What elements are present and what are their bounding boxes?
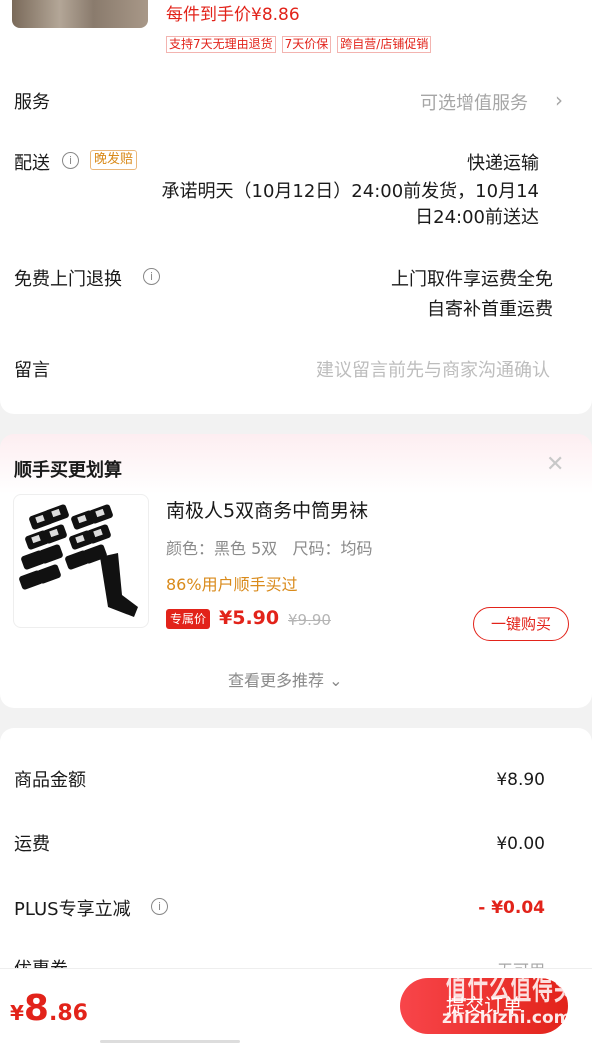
service-tags: 支持7天无理由退货 7天价保 跨自营/店铺促销 <box>166 36 432 53</box>
service-label: 服务 <box>14 92 50 113</box>
see-more-label: 查看更多推荐 <box>228 671 325 690</box>
info-icon[interactable]: i <box>143 268 160 285</box>
recommend-title: 顺手买更划算 <box>14 460 122 481</box>
see-more-link[interactable]: 查看更多推荐 ⌄ <box>228 667 343 691</box>
sock-product-image[interactable] <box>13 494 149 628</box>
service-value[interactable]: 可选增值服务 <box>420 89 528 115</box>
info-icon[interactable]: i <box>62 152 79 169</box>
social-proof-text: 86%用户顺手买过 <box>166 575 298 594</box>
delivery-label: 配送 <box>14 153 50 174</box>
goods-amount-label: 商品金额 <box>14 770 86 791</box>
delivery-promise-line2: 日24:00前送达 <box>415 207 539 228</box>
delivery-method: 快递运输 <box>467 153 539 174</box>
free-return-label: 免费上门退换 <box>14 269 122 290</box>
tag-return: 支持7天无理由退货 <box>166 36 276 53</box>
recommend-product-name[interactable]: 南极人5双商务中筒男袜 <box>166 496 368 523</box>
plus-discount-label: PLUS专享立减 <box>14 899 131 920</box>
message-input[interactable]: 建议留言前先与商家沟通确认 <box>250 356 550 382</box>
one-click-buy-button[interactable]: 一键购买 <box>473 607 569 641</box>
recommend-price: ¥5.90 <box>219 607 280 629</box>
recommend-spec[interactable]: 颜色：黑色 5双 尺码：均码 <box>166 535 373 559</box>
return-line1: 上门取件享运费全免 <box>391 269 553 290</box>
info-icon[interactable]: i <box>151 898 168 915</box>
unit-price-text: 每件到手价¥8.86 <box>166 5 300 25</box>
message-label: 留言 <box>14 360 50 381</box>
shipping-fee-label: 运费 <box>14 834 50 855</box>
total-price-decimal: .86 <box>48 1001 88 1026</box>
watermark-logo: 值什么值得买 <box>446 968 576 1008</box>
exclusive-price-tag: 专属价 <box>166 609 211 629</box>
goods-amount-value: ¥8.90 <box>496 770 545 790</box>
original-price: ¥9.90 <box>288 611 331 629</box>
shipping-fee-value: ¥0.00 <box>496 834 545 854</box>
delivery-promise-line1: 承诺明天（10月12日）24:00前发货，10月14 <box>161 181 540 202</box>
chevron-down-icon: ⌄ <box>329 671 343 690</box>
watermark-url: zhizhizhi.com <box>442 1008 572 1028</box>
tag-price-protect: 7天价保 <box>281 36 332 53</box>
watermark: 值什么值得买 zhizhizhi.com <box>440 950 590 1040</box>
return-line2: 自寄补首重运费 <box>427 299 553 320</box>
chevron-right-icon[interactable]: › <box>555 88 563 112</box>
total-price: ¥8.86 <box>10 988 88 1029</box>
total-price-integer: 8 <box>23 988 49 1029</box>
socks-pack-icon <box>19 504 138 617</box>
currency-symbol: ¥ <box>10 1001 24 1025</box>
product-thumbnail[interactable] <box>12 0 148 28</box>
late-compensation-badge: 晚发赔 <box>90 150 138 170</box>
plus-discount-value: - ¥0.04 <box>478 898 545 918</box>
tag-promo: 跨自营/店铺促销 <box>337 36 432 53</box>
close-icon[interactable]: ✕ <box>546 452 564 477</box>
